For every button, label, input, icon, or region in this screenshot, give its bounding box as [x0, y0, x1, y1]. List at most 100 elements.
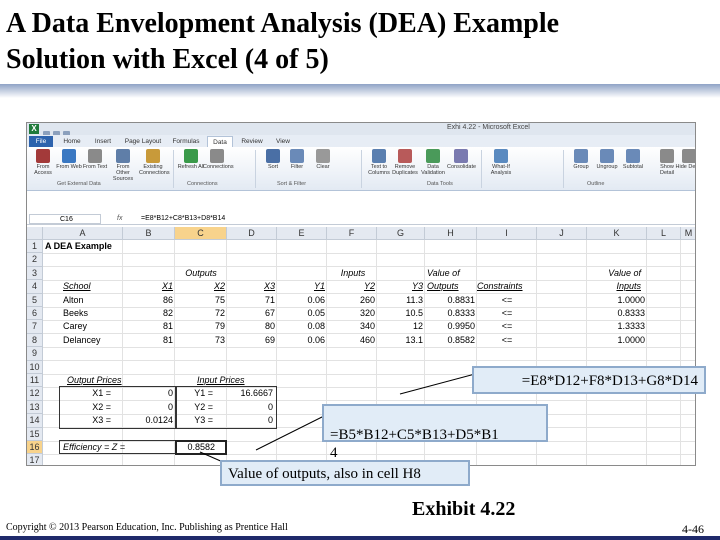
value-of-header-cell-2[interactable]: Value of — [589, 267, 641, 280]
ribbon-button-6[interactable]: connections-iconConnections — [203, 149, 234, 179]
column-header-l[interactable]: L — [647, 227, 681, 240]
fx-icon[interactable]: fx — [117, 213, 122, 225]
ribbon-button-2[interactable]: text-file-iconFrom Text — [81, 149, 109, 179]
ribbon-button-16[interactable]: ungroup-iconUngroup — [593, 149, 621, 179]
row-header-14[interactable]: 14 — [27, 414, 43, 428]
data-cell-y2[interactable]: 460 — [329, 334, 375, 347]
column-label-cell[interactable]: X2 — [177, 280, 225, 293]
ribbon-button-14[interactable]: what-if-iconWhat-If Analysis — [487, 149, 515, 179]
outputs-column-header[interactable]: Outputs — [427, 280, 477, 293]
value-outputs-cell[interactable]: 0.9950 — [427, 320, 475, 333]
tab-formulas[interactable]: Formulas — [169, 136, 203, 147]
selected-cell-c16[interactable] — [175, 440, 227, 455]
tab-insert[interactable]: Insert — [89, 136, 117, 147]
sheet-title-cell[interactable]: A DEA Example — [45, 240, 165, 253]
data-cell-x3[interactable]: 80 — [229, 320, 275, 333]
data-cell-y1[interactable]: 0.08 — [279, 320, 325, 333]
name-box[interactable]: C16 — [29, 214, 101, 224]
output-prices-label[interactable]: Output Prices — [67, 374, 147, 387]
tab-view[interactable]: View — [271, 136, 295, 147]
column-header-j[interactable]: J — [537, 227, 587, 240]
row-header-9[interactable]: 9 — [27, 347, 43, 361]
row-header-3[interactable]: 3 — [27, 266, 43, 281]
ribbon-button-1[interactable]: globe-iconFrom Web — [55, 149, 83, 179]
formula-input[interactable]: =E8*B12+C8*B13+D8*B14 — [141, 213, 225, 225]
tab-home[interactable]: Home — [59, 136, 85, 147]
ribbon-button-12[interactable]: validation-iconData Validation — [419, 149, 447, 179]
value-outputs-cell[interactable]: 0.8831 — [427, 294, 475, 307]
data-cell-y1[interactable]: 0.05 — [279, 307, 325, 320]
ribbon-button-0[interactable]: access-iconFrom Access — [29, 149, 57, 179]
row-header-15[interactable]: 15 — [27, 427, 43, 441]
data-cell-y3[interactable]: 12 — [379, 320, 423, 333]
column-label-cell[interactable]: Y3 — [379, 280, 423, 293]
ribbon-button-17[interactable]: subtotal-iconSubtotal — [619, 149, 647, 179]
row-header-16[interactable]: 16 — [27, 441, 43, 455]
tab-review[interactable]: Review — [237, 136, 267, 147]
input-prices-label[interactable]: Input Prices — [197, 374, 267, 387]
row-header-6[interactable]: 6 — [27, 307, 43, 321]
data-cell-y3[interactable]: 13.1 — [379, 334, 423, 347]
data-cell-x3[interactable]: 69 — [229, 334, 275, 347]
data-cell-y3[interactable]: 11.3 — [379, 294, 423, 307]
tab-file[interactable]: File — [29, 136, 53, 147]
value-of-header-cell[interactable]: Value of — [427, 267, 487, 280]
data-cell-x1[interactable]: 86 — [125, 294, 173, 307]
column-label-cell[interactable]: X3 — [229, 280, 275, 293]
constraint-cell[interactable]: <= — [479, 320, 535, 333]
row-header-2[interactable]: 2 — [27, 253, 43, 267]
row-header-10[interactable]: 10 — [27, 360, 43, 374]
value-inputs-cell[interactable]: 0.8333 — [589, 307, 645, 320]
data-cell-y2[interactable]: 320 — [329, 307, 375, 320]
value-inputs-cell[interactable]: 1.3333 — [589, 320, 645, 333]
data-cell-x3[interactable]: 67 — [229, 307, 275, 320]
data-cell-x2[interactable]: 72 — [177, 307, 225, 320]
data-cell-y1[interactable]: 0.06 — [279, 294, 325, 307]
ribbon-button-9[interactable]: clear-iconClear — [309, 149, 337, 179]
column-header-g[interactable]: G — [377, 227, 425, 240]
row-header-13[interactable]: 13 — [27, 400, 43, 415]
tab-data[interactable]: Data — [207, 136, 233, 147]
ribbon-button-5[interactable]: refresh-iconRefresh All — [177, 149, 205, 179]
value-inputs-cell[interactable]: 1.0000 — [589, 294, 645, 307]
column-header-b[interactable]: B — [123, 227, 175, 240]
row-header-8[interactable]: 8 — [27, 333, 43, 348]
column-label-cell[interactable]: X1 — [125, 280, 173, 293]
constraint-cell[interactable]: <= — [479, 294, 535, 307]
row-header-12[interactable]: 12 — [27, 387, 43, 401]
ribbon-button-15[interactable]: group-iconGroup — [567, 149, 595, 179]
row-header-17[interactable]: 17 — [27, 454, 43, 465]
column-header-k[interactable]: K — [587, 227, 647, 240]
data-cell-x2[interactable]: 73 — [177, 334, 225, 347]
column-header-m[interactable]: M — [681, 227, 695, 240]
constraints-column-header[interactable]: Constraints — [477, 280, 537, 293]
ribbon-button-13[interactable]: consolidate-iconConsolidate — [447, 149, 476, 179]
data-cell-school[interactable]: Beeks — [63, 307, 119, 320]
row-header-4[interactable]: 4 — [27, 280, 43, 294]
column-header-i[interactable]: I — [477, 227, 537, 240]
ribbon-button-10[interactable]: text-columns-iconText to Columns — [365, 149, 393, 179]
data-cell-y2[interactable]: 340 — [329, 320, 375, 333]
data-cell-y2[interactable]: 260 — [329, 294, 375, 307]
data-cell-y1[interactable]: 0.06 — [279, 334, 325, 347]
data-cell-x2[interactable]: 79 — [177, 320, 225, 333]
data-cell-x1[interactable]: 81 — [125, 334, 173, 347]
column-header-a[interactable]: A — [43, 227, 123, 240]
data-cell-x1[interactable]: 81 — [125, 320, 173, 333]
value-inputs-cell[interactable]: 1.0000 — [589, 334, 645, 347]
data-cell-x1[interactable]: 82 — [125, 307, 173, 320]
column-label-cell[interactable]: Y2 — [329, 280, 375, 293]
constraint-cell[interactable]: <= — [479, 307, 535, 320]
ribbon-button-4[interactable]: connection-iconExisting Connections — [139, 149, 170, 179]
row-header-7[interactable]: 7 — [27, 320, 43, 334]
data-cell-x2[interactable]: 75 — [177, 294, 225, 307]
row-header-11[interactable]: 11 — [27, 374, 43, 388]
value-outputs-cell[interactable]: 0.8333 — [427, 307, 475, 320]
column-header-f[interactable]: F — [327, 227, 377, 240]
data-cell-school[interactable]: Alton — [63, 294, 119, 307]
outputs-header-cell[interactable]: Outputs — [177, 267, 225, 280]
column-header-h[interactable]: H — [425, 227, 477, 240]
value-outputs-cell[interactable]: 0.8582 — [427, 334, 475, 347]
data-cell-school[interactable]: Delancey — [63, 334, 119, 347]
ribbon-button-8[interactable]: filter-iconFilter — [283, 149, 311, 179]
